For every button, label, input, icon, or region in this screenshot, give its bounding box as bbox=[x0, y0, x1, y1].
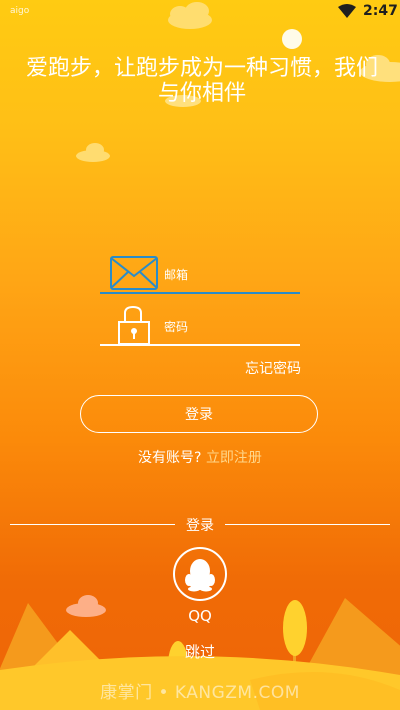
register-row: 没有账号? 立即注册 bbox=[0, 447, 400, 467]
qq-penguin-icon bbox=[185, 559, 215, 592]
mail-icon bbox=[110, 256, 158, 290]
lock-icon bbox=[118, 306, 150, 345]
qq-label: QQ bbox=[188, 607, 212, 625]
divider-label: 登录 bbox=[186, 518, 214, 534]
email-field[interactable]: 邮箱 bbox=[100, 254, 300, 294]
email-underline bbox=[100, 292, 300, 294]
slogan-text: 爱跑步，让跑步成为一种习惯，我们与你相伴 bbox=[25, 56, 378, 106]
register-prompt: 没有账号? bbox=[138, 450, 202, 466]
register-link[interactable]: 立即注册 bbox=[206, 450, 262, 466]
carrier-label: aigo bbox=[10, 6, 30, 16]
login-button[interactable]: 登录 bbox=[80, 395, 318, 433]
login-button-label: 登录 bbox=[185, 407, 213, 423]
watermark: 康掌门 • KANGZM.COM bbox=[100, 683, 300, 703]
password-field[interactable]: 密码 bbox=[100, 306, 300, 346]
login-screen: aigo 2:47 爱跑步，让跑步成为一种习惯，我们与你相伴 邮箱 密码 忘记密… bbox=[0, 0, 400, 710]
divider-line-right bbox=[225, 524, 390, 525]
password-underline bbox=[100, 344, 300, 346]
cloud-left bbox=[76, 143, 110, 162]
skip-button[interactable]: 跳过 bbox=[0, 641, 400, 662]
email-label: 邮箱 bbox=[164, 268, 189, 282]
background-scenery bbox=[0, 2, 400, 710]
wifi-icon bbox=[338, 4, 356, 18]
qq-login-button[interactable] bbox=[173, 547, 227, 601]
sun-icon bbox=[282, 29, 302, 49]
third-party-divider: 登录 bbox=[10, 518, 390, 534]
status-time: 2:47 bbox=[363, 3, 398, 19]
forgot-password-link[interactable]: 忘记密码 bbox=[245, 358, 301, 378]
password-label: 密码 bbox=[164, 320, 189, 334]
status-bar: aigo 2:47 bbox=[0, 0, 400, 24]
